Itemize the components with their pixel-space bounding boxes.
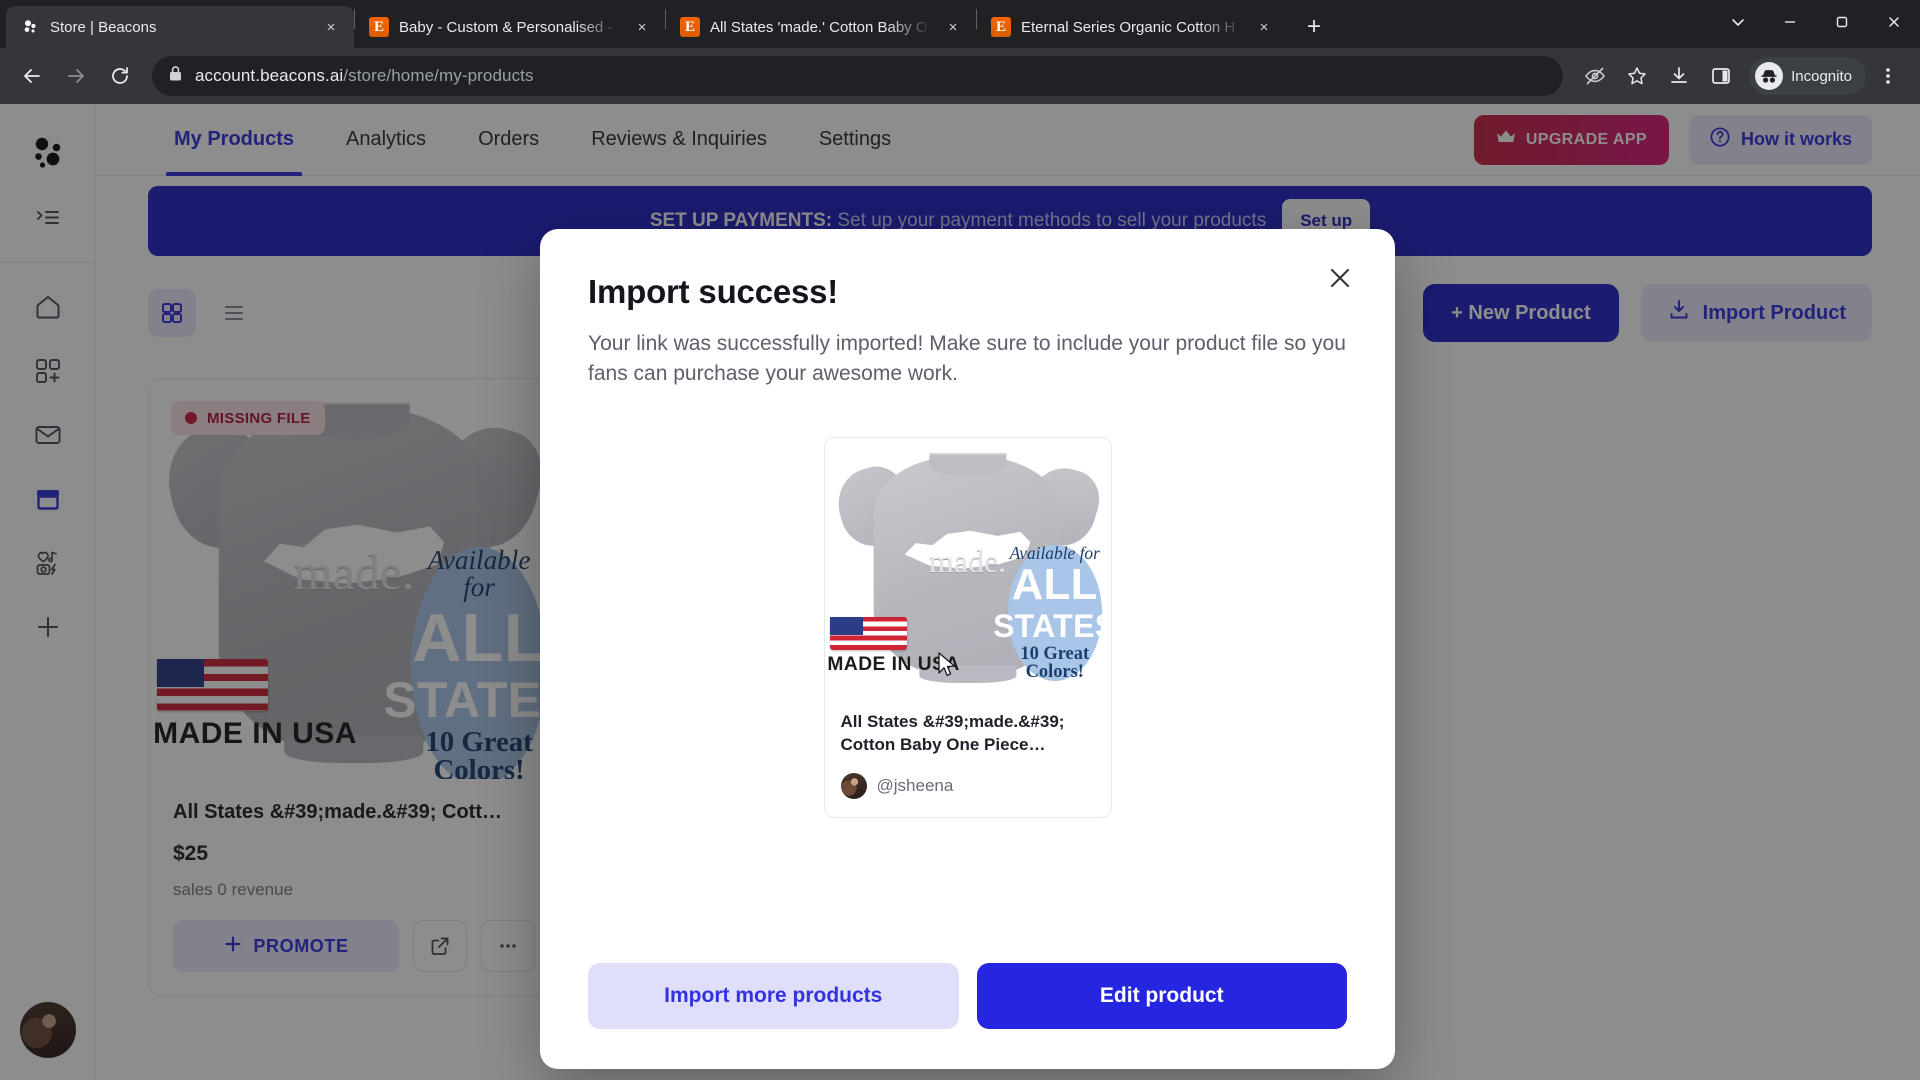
incognito-icon	[1755, 62, 1784, 90]
browser-toolbar: account.beacons.ai/store/home/my-product…	[0, 48, 1920, 104]
address-bar-text: account.beacons.ai/store/home/my-product…	[195, 66, 534, 86]
edit-product-button[interactable]: Edit product	[976, 963, 1347, 1029]
page-content: My Products Analytics Orders Reviews & I…	[0, 104, 1920, 1080]
browser-tab-3[interactable]: E Eternal Series Organic Cotton H ×	[977, 6, 1287, 48]
eye-slash-icon[interactable]	[1575, 56, 1615, 96]
close-icon[interactable]	[1868, 0, 1920, 44]
tab-close-button[interactable]: ×	[942, 16, 964, 38]
minimize-icon[interactable]	[1764, 0, 1816, 44]
import-success-dialog: Import success! Your link was successful…	[0, 104, 1920, 1080]
download-icon[interactable]	[1659, 56, 1699, 96]
page-title: Import success!	[588, 273, 839, 310]
badge-line-4: 10 Great Colors!	[1020, 642, 1090, 682]
maximize-icon[interactable]	[1816, 0, 1868, 44]
back-arrow-icon[interactable]	[12, 56, 52, 96]
tab-title: Eternal Series Organic Cotton H	[1021, 18, 1236, 36]
badge-line-2: ALL	[1011, 561, 1098, 610]
url-path: /store/home/my-products	[343, 66, 534, 85]
browser-window: Store | Beacons × E Baby - Custom & Pers…	[0, 0, 1920, 1080]
modal-description: Your link was successfully imported! Mak…	[588, 332, 1346, 385]
tab-title: Store | Beacons	[50, 18, 157, 36]
product-preview-image: made. Available for ALL STATES 10 Great …	[824, 437, 1111, 694]
tab-title: Baby - Custom & Personalised -	[399, 18, 613, 36]
close-icon[interactable]	[1319, 257, 1361, 299]
product-preview-body: All States &#39;made.&#39; Cotton Baby O…	[825, 694, 1111, 817]
badge-line-1: Available for	[1009, 543, 1100, 564]
browser-tab-2[interactable]: E All States 'made.' Cotton Baby O ×	[666, 6, 976, 48]
chevron-down-icon[interactable]	[1712, 0, 1764, 44]
three-dot-menu-icon[interactable]	[1868, 56, 1908, 96]
etsy-icon: E	[369, 17, 389, 37]
profile-incognito-button[interactable]: Incognito	[1749, 57, 1866, 95]
omnibox-actions: Incognito	[1575, 56, 1908, 96]
window-controls	[1712, 0, 1920, 44]
badge-line-3: STATES	[993, 607, 1112, 644]
avatar	[840, 772, 867, 799]
tab-close-button[interactable]: ×	[1253, 16, 1275, 38]
usa-flag-icon	[830, 616, 908, 651]
forward-arrow-icon[interactable]	[56, 56, 96, 96]
side-panel-icon[interactable]	[1701, 56, 1741, 96]
modal-panel: Import success! Your link was successful…	[540, 229, 1395, 1069]
profile-label: Incognito	[1791, 67, 1852, 85]
new-tab-button[interactable]: +	[1297, 10, 1331, 44]
product-preview-author: @jsheena	[840, 772, 1095, 799]
product-preview-card[interactable]: made. Available for ALL STATES 10 Great …	[823, 436, 1112, 818]
modal-action-bar: Import more products Edit product	[588, 963, 1347, 1029]
author-handle: @jsheena	[876, 775, 954, 795]
browser-tab-1[interactable]: E Baby - Custom & Personalised - ×	[355, 6, 665, 48]
etsy-icon: E	[991, 17, 1011, 37]
url-domain: account.beacons.ai	[195, 66, 344, 85]
reload-icon[interactable]	[100, 56, 140, 96]
onesie-illustration: made. Available for ALL STATES 10 Great …	[824, 437, 1111, 694]
tab-title: All States 'made.' Cotton Baby O	[710, 18, 928, 36]
tab-close-button[interactable]: ×	[631, 16, 653, 38]
all-states-badge: Available for ALL STATES 10 Great Colors…	[993, 543, 1111, 682]
product-preview-title: All States &#39;made.&#39; Cotton Baby O…	[840, 711, 1065, 755]
beacons-icon	[20, 17, 40, 37]
import-more-products-button[interactable]: Import more products	[588, 963, 959, 1029]
browser-tab-0[interactable]: Store | Beacons ×	[6, 6, 354, 48]
tab-close-button[interactable]: ×	[320, 16, 342, 38]
tab-strip: Store | Beacons × E Baby - Custom & Pers…	[0, 0, 1920, 48]
address-bar[interactable]: account.beacons.ai/store/home/my-product…	[152, 56, 1564, 96]
mouse-cursor	[938, 652, 958, 680]
etsy-icon: E	[680, 17, 700, 37]
star-icon[interactable]	[1617, 56, 1657, 96]
lock-icon	[168, 65, 183, 87]
